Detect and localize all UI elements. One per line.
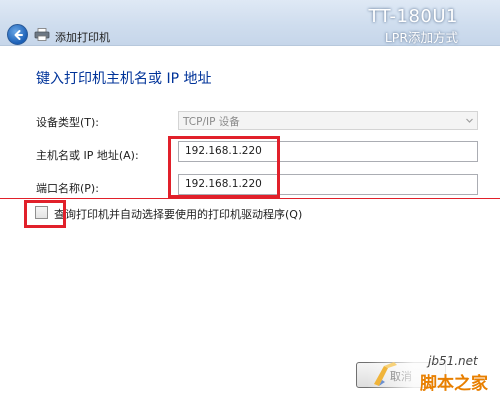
port-label: 端口名称(P):	[36, 182, 99, 195]
model-subtitle: LPR添加方式	[384, 30, 458, 45]
window-title: 添加打印机	[55, 31, 110, 44]
query-checkbox-label[interactable]: 查询打印机并自动选择要使用的打印机驱动程序(Q)	[54, 206, 302, 222]
device-type-value: TCP/IP 设备	[183, 116, 240, 128]
annotation-line	[0, 198, 500, 199]
page-heading: 键入打印机主机名或 IP 地址	[36, 71, 212, 87]
back-arrow-icon	[14, 29, 23, 40]
back-button[interactable]	[7, 24, 28, 45]
device-type-select[interactable]: TCP/IP 设备	[178, 111, 478, 130]
chevron-down-icon	[466, 118, 473, 123]
model-name: TT-180U1	[368, 6, 458, 27]
host-label: 主机名或 IP 地址(A):	[36, 149, 139, 162]
annotation-box-checkbox	[24, 200, 66, 228]
printer-icon	[34, 28, 50, 41]
title-bar: 添加打印机 TT-180U1 LPR添加方式	[0, 0, 500, 46]
watermark-site: jb51.net	[428, 354, 478, 368]
watermark-name: 脚本之家	[420, 374, 488, 393]
watermark-logo-icon	[374, 362, 397, 386]
annotation-box-inputs	[168, 136, 280, 198]
device-type-label: 设备类型(T):	[36, 116, 100, 129]
